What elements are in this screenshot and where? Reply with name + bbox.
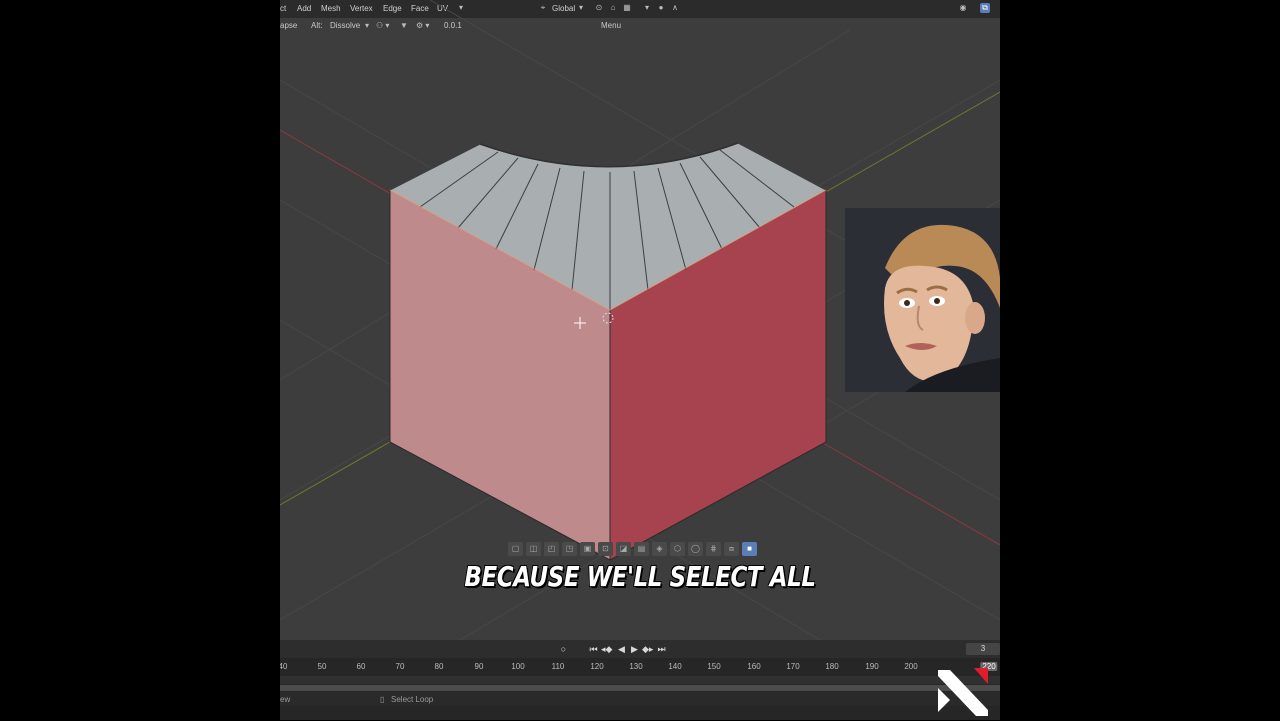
timeline-editor: ○ ⏮ ◂◆ ◀ ▶ ◆▸ ⏭ 3 40 50 60 70 80 90 100 … <box>280 640 1000 720</box>
next-keyframe-icon[interactable]: ◆▸ <box>642 643 653 655</box>
ruler-tick: 70 <box>395 662 405 671</box>
timeline-scrollbar[interactable] <box>280 685 1000 691</box>
ruler-tick: 60 <box>356 662 366 671</box>
bevel-icon[interactable]: ◪ <box>616 542 631 556</box>
mesh-select-toolbar: ▢ ◫ ◰ ◳ ▣ ⊡ ◪ ▤ ◈ ⬡ ◯ ⋕ ⧈ ■ <box>508 541 757 557</box>
jump-start-icon[interactable]: ⏮ <box>588 643 599 655</box>
keyframe-track[interactable] <box>280 676 1000 684</box>
status-left-label: ew <box>280 695 291 704</box>
ruler-tick: 100 <box>511 662 525 671</box>
ruler-tick: 90 <box>474 662 484 671</box>
record-icon[interactable]: ○ <box>558 643 569 655</box>
ruler-tick: 130 <box>629 662 643 671</box>
ruler-tick: 40 <box>280 662 288 671</box>
ruler-tick: 200 <box>904 662 918 671</box>
ruler-tick: 50 <box>317 662 327 671</box>
active-tool-icon[interactable]: ■ <box>742 542 757 556</box>
channel-logo <box>936 662 992 716</box>
inset-icon[interactable]: ⊡ <box>598 542 613 556</box>
face-mode-icon[interactable]: ◳ <box>562 542 577 556</box>
prev-keyframe-icon[interactable]: ◂◆ <box>601 643 612 655</box>
mouse-icon: ▯ <box>380 695 385 704</box>
knife-icon[interactable]: ◈ <box>652 542 667 556</box>
frame-ruler[interactable]: 40 50 60 70 80 90 100 110 120 130 140 15… <box>280 660 1000 674</box>
ruler-tick: 110 <box>551 662 565 671</box>
select-box-icon[interactable]: ▢ <box>508 542 523 556</box>
edge-mode-icon[interactable]: ◰ <box>544 542 559 556</box>
extrude-icon[interactable]: ▣ <box>580 542 595 556</box>
ruler-tick: 150 <box>707 662 721 671</box>
status-hint: Select Loop <box>391 695 434 704</box>
status-bar: ew ▯ Select Loop <box>280 692 1000 706</box>
video-caption: BECAUSE WE'LL SELECT ALL <box>464 560 816 593</box>
blender-video-frame: ct Add Mesh Vertex Edge Face UV ▾ ⌖ Glob… <box>280 0 1000 720</box>
ruler-tick: 120 <box>590 662 604 671</box>
ruler-tick: 160 <box>747 662 761 671</box>
reaction-face-image <box>845 208 1000 392</box>
ruler-tick: 80 <box>434 662 444 671</box>
play-reverse-icon[interactable]: ◀ <box>616 643 627 655</box>
webcam-inset <box>845 208 1000 392</box>
ruler-tick: 190 <box>865 662 879 671</box>
current-frame-field[interactable]: 3 <box>966 643 1000 655</box>
jump-end-icon[interactable]: ⏭ <box>656 643 667 655</box>
shear-icon[interactable]: ⧈ <box>724 542 739 556</box>
ruler-tick: 170 <box>786 662 800 671</box>
vertex-mode-icon[interactable]: ◫ <box>526 542 541 556</box>
loop-cut-icon[interactable]: ▤ <box>634 542 649 556</box>
ruler-tick: 180 <box>825 662 839 671</box>
ruler-tick: 140 <box>668 662 682 671</box>
poly-build-icon[interactable]: ⬡ <box>670 542 685 556</box>
spin-icon[interactable]: ◯ <box>688 542 703 556</box>
smooth-icon[interactable]: ⋕ <box>706 542 721 556</box>
play-icon[interactable]: ▶ <box>629 643 640 655</box>
playback-controls: ○ ⏮ ◂◆ ◀ ▶ ◆▸ ⏭ 3 <box>280 640 1000 658</box>
